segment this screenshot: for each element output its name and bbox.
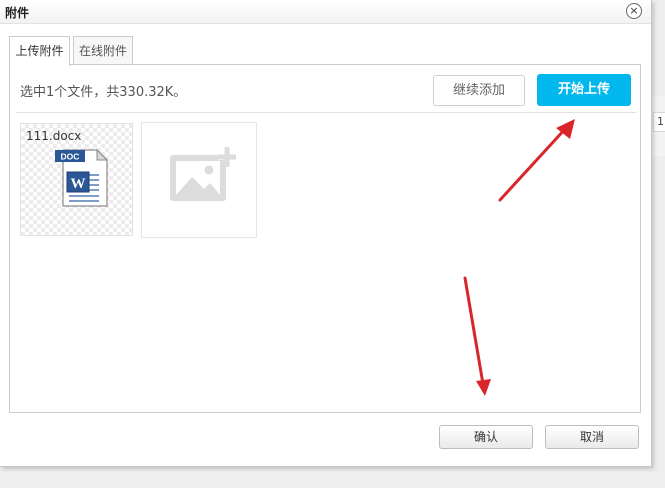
upload-panel: 选中1个文件，共330.32K。 继续添加 开始上传 111.docx DOC … (9, 64, 641, 413)
cancel-button[interactable]: 取消 (545, 425, 639, 449)
dialog-titlebar: 附件 × (0, 0, 651, 24)
background-page-edge: 1 (653, 112, 665, 132)
tab-online-attachment[interactable]: 在线附件 (73, 36, 133, 65)
attachment-dialog: 附件 × 上传附件 在线附件 选中1个文件，共330.32K。 继续添加 开始上… (0, 0, 652, 467)
divider (16, 112, 636, 113)
word-glyph: W (71, 176, 86, 192)
tab-upload-attachment[interactable]: 上传附件 (9, 36, 70, 66)
continue-add-button[interactable]: 继续添加 (433, 75, 525, 106)
upload-status-text: 选中1个文件，共330.32K。 (20, 85, 187, 100)
confirm-button[interactable]: 确认 (439, 425, 533, 449)
word-doc-icon: DOC W (55, 148, 109, 207)
dialog-title: 附件 (5, 6, 30, 20)
close-icon[interactable]: × (626, 3, 642, 19)
file-item[interactable]: 111.docx DOC W (20, 123, 133, 236)
file-name: 111.docx (26, 129, 82, 143)
start-upload-button[interactable]: 开始上传 (537, 74, 631, 106)
add-image-icon (170, 147, 236, 201)
add-image-tile[interactable] (141, 122, 257, 238)
doc-badge-text: DOC (61, 152, 80, 162)
